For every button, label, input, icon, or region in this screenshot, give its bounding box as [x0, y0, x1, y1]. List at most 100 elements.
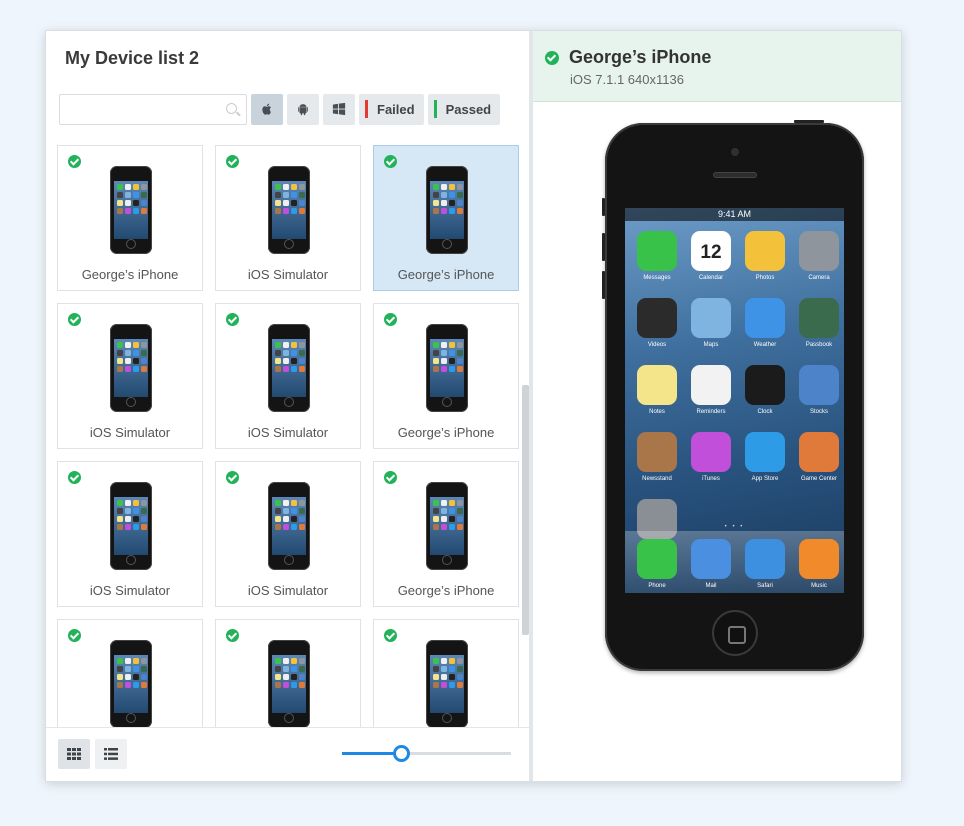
device-card[interactable]: iOS Simulator	[215, 145, 361, 291]
app-name: Phone	[648, 583, 666, 589]
device-thumbnail	[110, 640, 152, 728]
device-label: George’s iPhone	[397, 583, 495, 598]
app-icon-passbook[interactable]: Passbook	[797, 298, 841, 348]
device-card[interactable]: George’s iPhone	[373, 145, 519, 291]
app-name: Videos	[647, 342, 667, 348]
app-tile	[799, 432, 839, 472]
passed-label: Passed	[445, 101, 492, 117]
app-tile	[691, 432, 731, 472]
device-thumbnail	[268, 324, 310, 412]
app-icon-weather[interactable]: Weather	[743, 298, 787, 348]
power-button	[794, 120, 824, 123]
app-tile	[691, 539, 731, 579]
device-card[interactable]: iOS Simulator	[57, 461, 203, 607]
app-icon-calendar[interactable]: 12 Calendar	[689, 231, 733, 281]
app-icon-messages[interactable]: Messages	[635, 231, 679, 281]
app-tile	[745, 231, 785, 271]
zoom-slider-knob[interactable]	[393, 745, 411, 762]
device-detail-pane: George’s iPhone iOS 7.1.1 640x1136 9:41 …	[533, 31, 901, 781]
zoom-slider[interactable]	[342, 742, 511, 764]
app-name: Music	[811, 583, 827, 589]
device-card[interactable]: George’s iPhone	[57, 145, 203, 291]
calendar-date: 12	[700, 242, 722, 263]
device-window: My Device list 2 Failed Passed George’s …	[45, 30, 902, 782]
app-icon-reminders[interactable]: Reminders	[689, 365, 733, 415]
app-icon-newsstand[interactable]: Newsstand	[635, 432, 679, 482]
apple-filter-button[interactable]	[251, 93, 283, 125]
app-icon-safari[interactable]: Safari	[743, 539, 787, 593]
list-view-button[interactable]	[95, 739, 127, 769]
app-icon-camera[interactable]: Camera	[797, 231, 841, 281]
app-icon-app-store[interactable]: App Store	[743, 432, 787, 482]
app-tile	[745, 298, 785, 338]
device-thumbnail	[426, 166, 468, 254]
app-name: Mail	[705, 583, 717, 589]
android-filter-button[interactable]	[287, 93, 319, 125]
app-icon-maps[interactable]: Maps	[689, 298, 733, 348]
device-thumbnail	[268, 640, 310, 728]
app-name: Maps	[703, 342, 719, 348]
failed-indicator	[365, 100, 368, 118]
passed-check-icon	[68, 471, 81, 484]
windows-filter-button[interactable]	[323, 93, 355, 125]
passed-check-icon	[384, 629, 397, 642]
app-tile	[637, 432, 677, 472]
device-name: George’s iPhone	[569, 47, 712, 67]
front-camera	[731, 148, 739, 156]
home-button[interactable]	[712, 610, 758, 656]
passed-check-icon	[68, 155, 81, 168]
app-icon-mail[interactable]: Mail	[689, 539, 733, 593]
passed-check-icon	[226, 155, 239, 168]
app-tile	[637, 539, 677, 579]
list-title: My Device list 2	[65, 48, 200, 68]
device-thumbnail	[426, 640, 468, 728]
device-card[interactable]: George’s iPhone	[373, 303, 519, 449]
failed-filter-button[interactable]: Failed	[359, 93, 424, 125]
windows-icon	[332, 102, 346, 116]
app-name: Reminders	[696, 409, 726, 415]
passed-check-icon	[226, 313, 239, 326]
app-icon-stocks[interactable]: Stocks	[797, 365, 841, 415]
device-label: iOS Simulator	[247, 425, 329, 440]
device-card[interactable]	[215, 619, 361, 731]
app-icon-clock[interactable]: Clock	[743, 365, 787, 415]
app-name: Game Center	[800, 476, 837, 482]
app-tile	[637, 365, 677, 405]
app-icon-notes[interactable]: Notes	[635, 365, 679, 415]
app-tile	[637, 231, 677, 271]
scrollbar-thumb[interactable]	[522, 385, 529, 635]
grid-view-button[interactable]	[58, 739, 90, 769]
app-icon-music[interactable]: Music	[797, 539, 841, 593]
device-card[interactable]	[57, 619, 203, 731]
search-box	[59, 93, 247, 125]
app-name: iTunes	[702, 476, 720, 482]
device-card[interactable]: iOS Simulator	[215, 303, 361, 449]
passed-filter-button[interactable]: Passed	[427, 93, 501, 125]
dock: Phone Mail Safari Music	[625, 531, 844, 593]
passed-check-icon	[68, 629, 81, 642]
app-name: Safari	[757, 583, 773, 589]
device-list-pane: My Device list 2 Failed Passed George’s …	[46, 31, 533, 781]
app-name: Photos	[755, 275, 775, 281]
search-input[interactable]	[60, 94, 210, 124]
app-icon-photos[interactable]: Photos	[743, 231, 787, 281]
device-thumbnail	[268, 482, 310, 570]
app-tile	[691, 365, 731, 405]
device-card[interactable]: iOS Simulator	[215, 461, 361, 607]
device-label: iOS Simulator	[247, 267, 329, 282]
app-tile	[745, 432, 785, 472]
app-icon-phone[interactable]: Phone	[635, 539, 679, 593]
app-icon-videos[interactable]: Videos	[635, 298, 679, 348]
passed-check-icon	[545, 51, 559, 65]
scrollbar[interactable]	[522, 145, 529, 731]
app-name: Camera	[808, 275, 830, 281]
app-icon-game-center[interactable]: Game Center	[797, 432, 841, 482]
device-screen[interactable]: 9:41 AM Messages 12 Calendar Photos Camera Vi…	[625, 208, 844, 593]
device-card[interactable]: iOS Simulator	[57, 303, 203, 449]
device-header: George’s iPhone iOS 7.1.1 640x1136	[533, 31, 901, 102]
app-icon-itunes[interactable]: iTunes	[689, 432, 733, 482]
device-card[interactable]	[373, 619, 519, 731]
search-icon	[226, 102, 237, 114]
device-card[interactable]: George’s iPhone	[373, 461, 519, 607]
app-name: Newsstand	[642, 476, 672, 482]
